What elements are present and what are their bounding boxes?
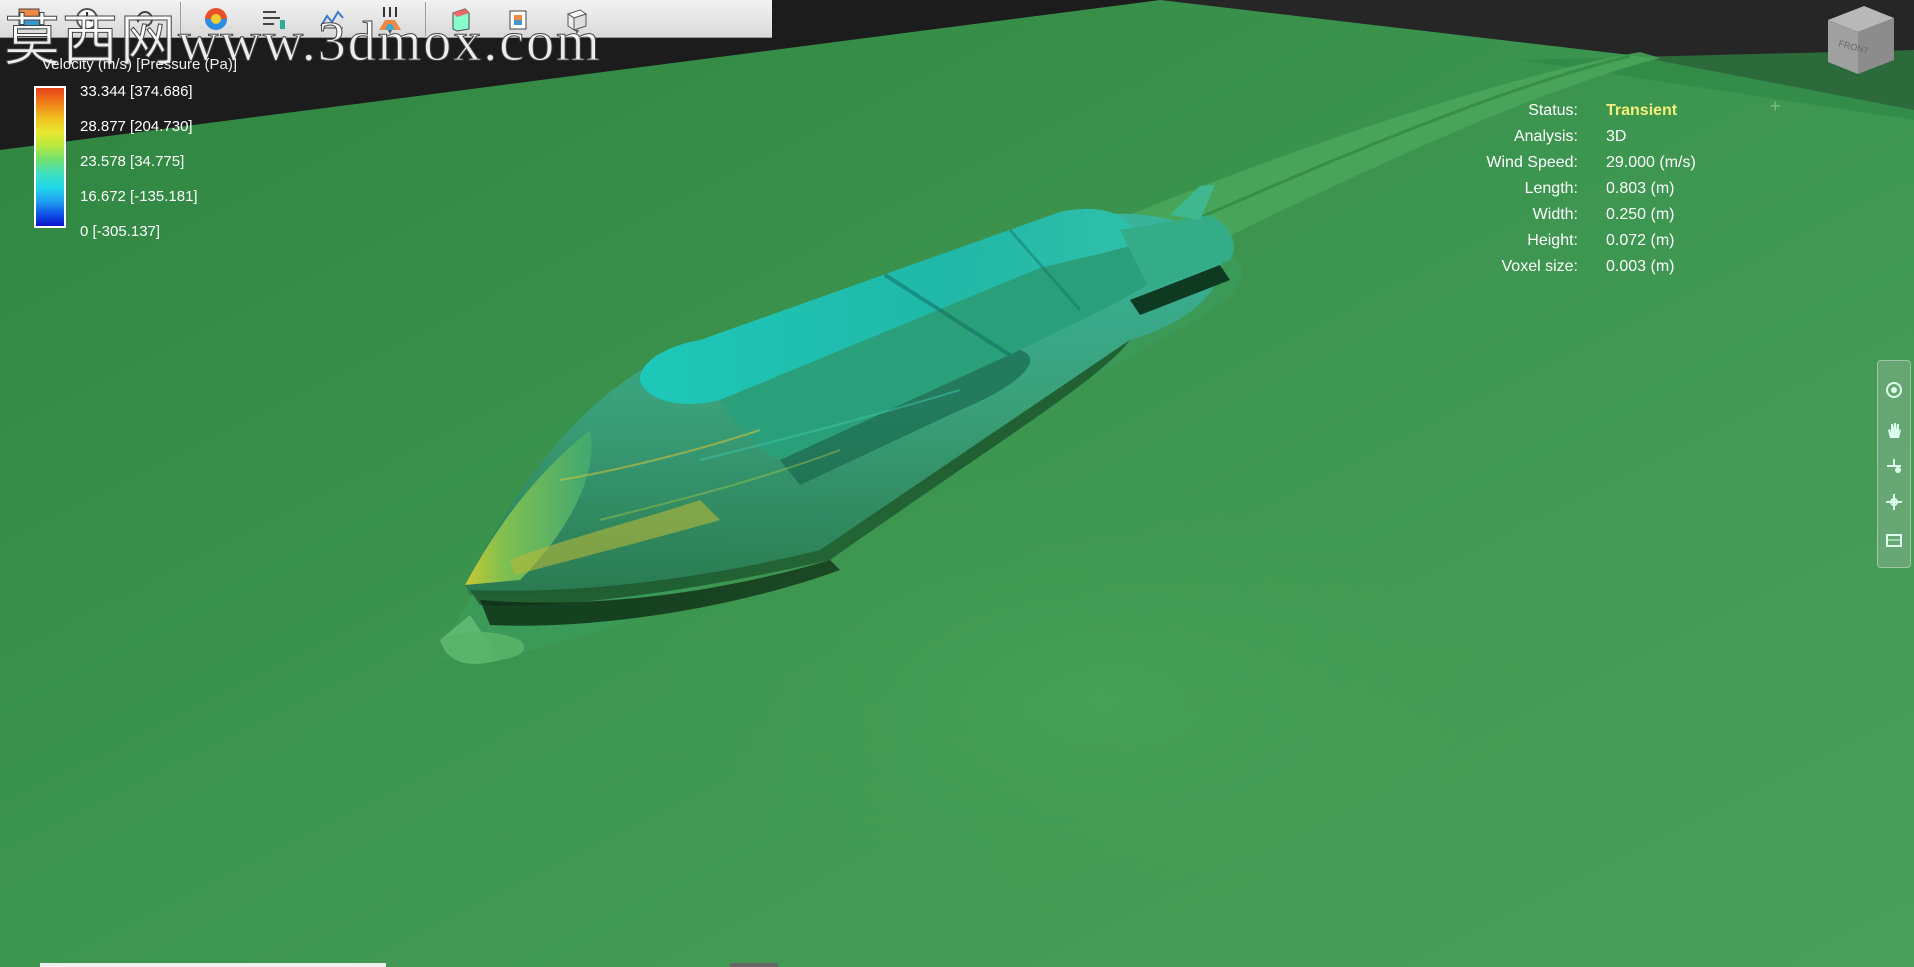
tool-building-multi-button[interactable] (490, 1, 548, 37)
chevron-down-icon[interactable]: ▼ (574, 29, 581, 36)
legend-label: 0 [-305.137] (80, 223, 161, 240)
status-value-transient: Transient (1606, 102, 1678, 119)
result-palette-icon (18, 8, 40, 29)
tool-rotate-button[interactable] (116, 1, 174, 37)
scrollbar[interactable] (40, 963, 386, 967)
nav-pan-button[interactable] (1878, 415, 1910, 445)
status-key: Height: (1527, 232, 1578, 249)
status-value: 0.003 (m) (1606, 258, 1675, 275)
status-row-status: Status: Transient (1480, 98, 1780, 124)
status-value: 0.250 (m) (1606, 206, 1675, 223)
nav-orbit-button[interactable] (1878, 375, 1910, 405)
toolbar-separator (425, 1, 426, 36)
tool-wind-button[interactable]: ▼ (361, 1, 419, 37)
tool-building-button[interactable] (432, 1, 490, 37)
legend-label: 28.877 [204.730] (80, 118, 193, 135)
status-key: Voxel size: (1501, 258, 1578, 275)
nav-look-button[interactable] (1878, 487, 1910, 517)
tool-results-button[interactable] (0, 1, 58, 37)
clock-icon (76, 7, 98, 30)
status-value: 29.000 (m/s) (1606, 154, 1696, 171)
legend-title: Velocity (m/s) [Pressure (Pa)] (42, 56, 238, 73)
look-icon (1886, 494, 1902, 510)
toolbar: ▼ ▼ (0, 0, 772, 38)
status-value: 0.072 (m) (1606, 232, 1675, 249)
navigation-bar (1877, 360, 1911, 568)
zoom-icon (1887, 459, 1901, 473)
viewport-3d[interactable]: ▼ ▼ 莫西网www.3dmox.com Velocity (m/s) [Pre… (0, 0, 1914, 967)
orbit-icon (1886, 382, 1902, 398)
status-key: Wind Speed: (1486, 154, 1578, 171)
nav-zoom-button[interactable] (1878, 451, 1910, 481)
legend-label: 33.344 [374.686] (80, 83, 193, 100)
status-row-length: Length: 0.803 (m) (1480, 176, 1780, 202)
status-row-width: Width: 0.250 (m) (1480, 202, 1780, 228)
status-row-wind-speed: Wind Speed: 29.000 (m/s) (1480, 150, 1780, 176)
plus-icon[interactable]: + (1770, 96, 1781, 117)
chart-icon (320, 9, 344, 28)
tool-sequence-button[interactable] (245, 1, 303, 37)
scrollbar-thumb[interactable] (730, 963, 778, 967)
pan-icon (1888, 423, 1901, 438)
sequence-icon (263, 10, 285, 29)
status-row-voxel-size: Voxel size: 0.003 (m) (1480, 254, 1780, 280)
legend-label: 23.578 [34.775] (80, 153, 185, 170)
fit-icon (1886, 534, 1902, 547)
status-key: Status: (1528, 102, 1578, 119)
color-sphere-icon (205, 7, 227, 30)
tool-time-button[interactable] (58, 1, 116, 37)
building-multi-icon (509, 10, 527, 29)
legend-color-bar (34, 86, 66, 228)
status-key: Analysis: (1513, 128, 1578, 145)
chevron-down-icon[interactable]: ▼ (387, 29, 394, 36)
status-key: Length: (1524, 180, 1578, 197)
status-row-analysis: Analysis: 3D (1480, 124, 1780, 150)
viewcube[interactable]: FRONT (1818, 0, 1898, 78)
rotate-icon (135, 10, 153, 27)
tool-chart-button[interactable] (303, 1, 361, 37)
status-value: 3D (1606, 128, 1627, 145)
building-icon (452, 7, 470, 32)
toolbar-separator (180, 1, 181, 36)
status-key: Width: (1532, 206, 1578, 223)
legend-label: 16.672 [-135.181] (80, 188, 198, 205)
tool-colormap-button[interactable] (187, 1, 245, 37)
status-value: 0.803 (m) (1606, 180, 1675, 197)
status-row-height: Height: 0.072 (m) (1480, 228, 1780, 254)
nav-fit-button[interactable] (1878, 525, 1910, 555)
status-panel: Status: Transient Analysis: 3D Wind Spee… (1480, 98, 1780, 280)
tool-cube-button[interactable]: ▼ (548, 1, 606, 37)
